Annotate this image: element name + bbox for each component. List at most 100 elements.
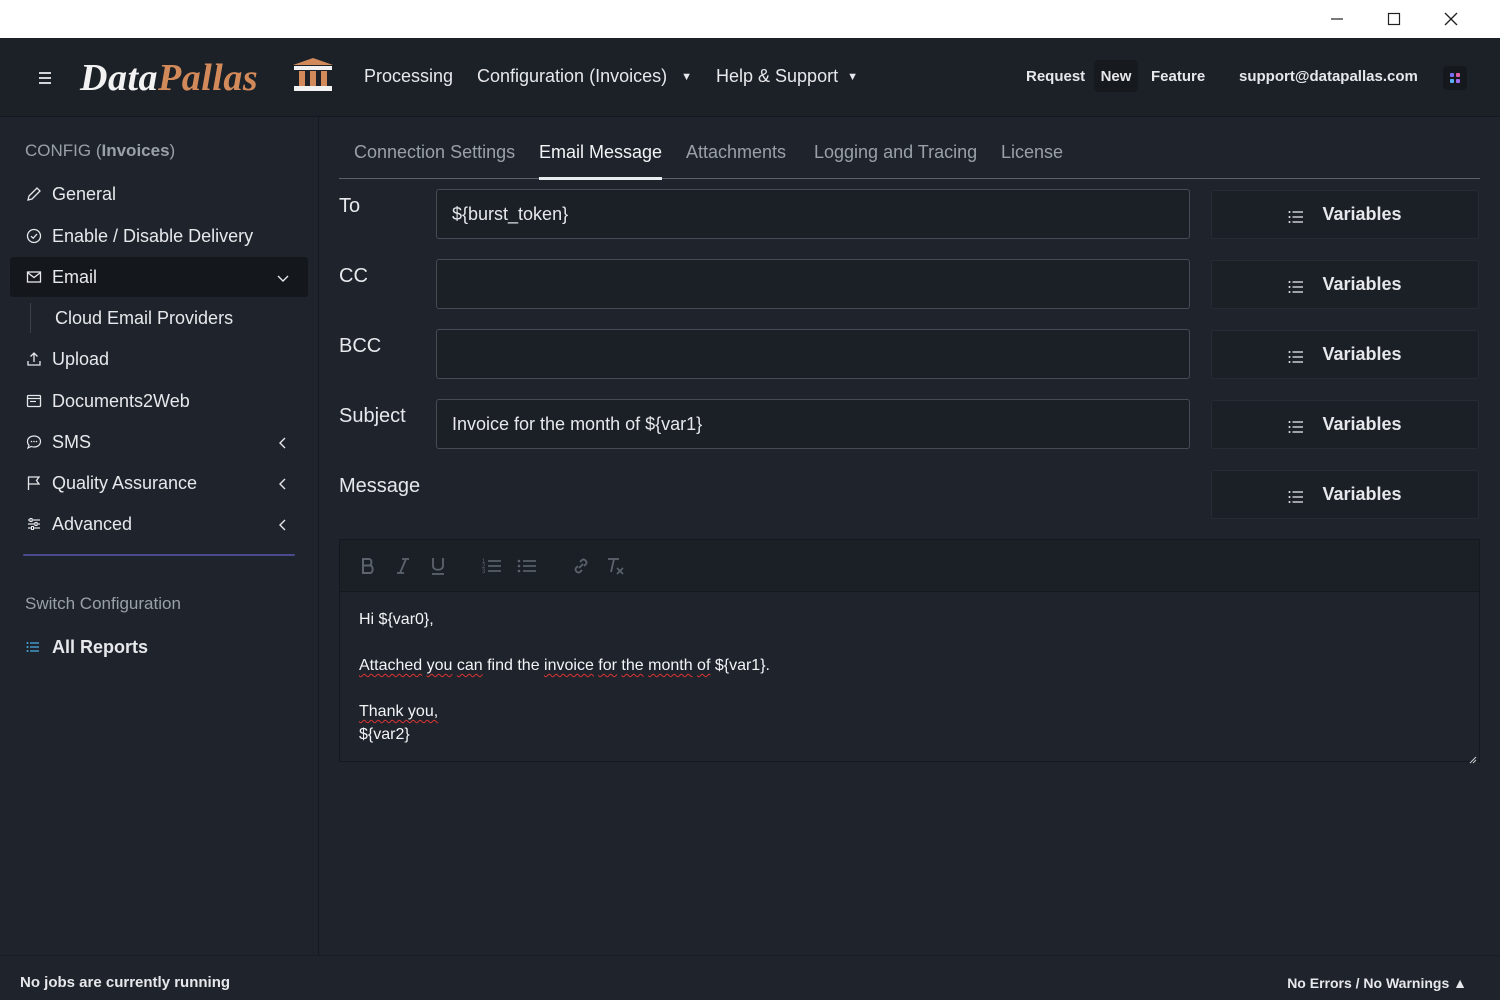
window-title-bar <box>0 0 1500 38</box>
message-variables-button[interactable]: Variables <box>1211 470 1479 519</box>
all-reports-link[interactable]: All Reports <box>25 637 148 658</box>
variables-label: Variables <box>1322 344 1402 364</box>
sidebar-title-config-name: Invoices <box>101 141 170 160</box>
bcc-variables-button[interactable]: Variables <box>1211 330 1479 379</box>
nav-configuration-dropdown[interactable]: Configuration (Invoices) ▼ <box>477 66 692 87</box>
sliders-icon <box>25 515 43 533</box>
upload-icon <box>25 350 43 368</box>
pillar-logo-icon <box>291 57 335 93</box>
variables-label: Variables <box>1322 484 1402 504</box>
feature-link[interactable]: Feature <box>1151 68 1205 85</box>
all-reports-label: All Reports <box>52 637 149 657</box>
editor-word: of <box>697 657 711 674</box>
minimize-icon[interactable] <box>1308 0 1365 38</box>
hamburger-menu-icon[interactable] <box>34 69 56 87</box>
sidebar-title-suffix: ) <box>169 141 176 160</box>
bcc-label: BCC <box>339 335 382 357</box>
sidebar-item-email[interactable]: Email <box>10 257 308 297</box>
sidebar-item-enable-disable-delivery[interactable]: Enable / Disable Delivery <box>10 216 308 256</box>
chat-bubble-icon <box>25 433 43 451</box>
subject-field[interactable]: Invoice for the month of ${var1} <box>436 399 1190 449</box>
editor-line-empty <box>359 631 770 654</box>
editor-word: can <box>456 657 483 674</box>
chevron-left-icon <box>276 516 290 531</box>
italic-icon[interactable] <box>392 555 414 577</box>
sidebar-item-advanced[interactable]: Advanced <box>10 504 308 544</box>
cc-field[interactable] <box>436 259 1190 309</box>
to-variables-button[interactable]: Variables <box>1211 190 1479 239</box>
clear-formatting-icon[interactable] <box>605 555 627 577</box>
editor-content[interactable]: Hi ${var0}, Attached you can find the in… <box>359 608 770 746</box>
logo-text-pallas: Pallas <box>158 57 259 99</box>
link-icon[interactable] <box>570 555 592 577</box>
editor-line-greeting: Hi ${var0}, <box>359 611 434 628</box>
message-editor: 123 Hi ${var0}, Attached you can find th… <box>339 539 1480 764</box>
subject-field-value: Invoice for the month of ${var1} <box>452 413 703 434</box>
sidebar-item-quality-assurance[interactable]: Quality Assurance <box>10 463 308 503</box>
sidebar-item-label: SMS <box>52 431 92 452</box>
cc-label: CC <box>339 265 368 287</box>
request-link[interactable]: Request <box>1026 68 1085 85</box>
app-header: Data Pallas Processing Configuration (Inv… <box>0 38 1500 117</box>
editor-text: find the <box>482 657 545 674</box>
editor-text: ${var1}. <box>710 657 770 674</box>
bullet-list-icon[interactable] <box>516 555 538 577</box>
close-icon[interactable] <box>1422 0 1479 38</box>
message-label: Message <box>339 475 421 497</box>
list-icon <box>1288 348 1304 363</box>
browser-window-icon <box>25 392 43 410</box>
sidebar-item-label: Email <box>52 266 98 287</box>
sidebar: CONFIG (Invoices) General Enable / Disab… <box>0 117 319 955</box>
flag-icon <box>25 474 43 492</box>
editor-word: invoice <box>544 657 594 674</box>
errors-warnings-toggle[interactable]: No Errors / No Warnings ▲ <box>1287 975 1467 991</box>
editor-line-signature: ${var2} <box>359 726 410 743</box>
bcc-field[interactable] <box>436 329 1190 379</box>
to-label: To <box>339 195 361 217</box>
sidebar-subitem-cloud-email-providers[interactable]: Cloud Email Providers <box>30 303 233 333</box>
switch-configuration-heading: Switch Configuration <box>25 594 181 613</box>
tab-license[interactable]: License <box>1001 142 1063 179</box>
variables-label: Variables <box>1322 274 1402 294</box>
tab-email-message[interactable]: Email Message <box>539 142 663 180</box>
underline-icon[interactable] <box>427 555 449 577</box>
sidebar-item-upload[interactable]: Upload <box>10 339 308 379</box>
logo-text-data: Data <box>80 57 158 99</box>
ordered-list-icon[interactable]: 123 <box>481 555 503 577</box>
app-logo[interactable]: Data Pallas <box>80 56 258 100</box>
list-icon <box>1288 488 1304 503</box>
list-icon <box>1288 418 1304 433</box>
bold-icon[interactable] <box>357 555 379 577</box>
check-circle-icon <box>25 227 43 245</box>
nav-configuration-label: Configuration (Invoices) <box>477 66 668 86</box>
sidebar-item-label: Quality Assurance <box>52 472 198 493</box>
tab-attachments[interactable]: Attachments <box>686 142 786 179</box>
tab-connection-settings[interactable]: Connection Settings <box>354 142 515 179</box>
resize-handle-icon[interactable] <box>1469 751 1477 764</box>
to-field[interactable]: ${burst_token} <box>436 189 1190 239</box>
support-email-link[interactable]: support@datapallas.com <box>1239 68 1418 85</box>
chevron-down-icon <box>276 269 290 283</box>
maximize-icon[interactable] <box>1365 0 1422 38</box>
sidebar-item-sms[interactable]: SMS <box>10 422 308 462</box>
new-link[interactable]: New <box>1094 60 1138 92</box>
editor-word: the <box>621 657 644 674</box>
tab-logging-and-tracing[interactable]: Logging and Tracing <box>814 142 977 179</box>
editor-word: Attached <box>359 657 423 674</box>
sidebar-item-general[interactable]: General <box>10 174 308 214</box>
sidebar-item-label: General <box>52 183 117 204</box>
cc-variables-button[interactable]: Variables <box>1211 260 1479 309</box>
editor-word: for <box>598 657 617 674</box>
editor-word: month <box>648 657 693 674</box>
variables-label: Variables <box>1322 414 1402 434</box>
job-status-text: No jobs are currently running <box>20 974 231 991</box>
chevron-left-icon <box>276 434 290 449</box>
chevron-left-icon <box>276 475 290 490</box>
apps-grid-icon[interactable] <box>1443 66 1467 90</box>
envelope-icon <box>25 268 43 286</box>
subject-variables-button[interactable]: Variables <box>1211 400 1479 449</box>
nav-processing[interactable]: Processing <box>364 66 453 87</box>
sidebar-item-documents2web[interactable]: Documents2Web <box>10 381 308 421</box>
sidebar-item-label: Enable / Disable Delivery <box>52 225 254 246</box>
nav-help-support-dropdown[interactable]: Help & Support ▼ <box>716 66 858 87</box>
